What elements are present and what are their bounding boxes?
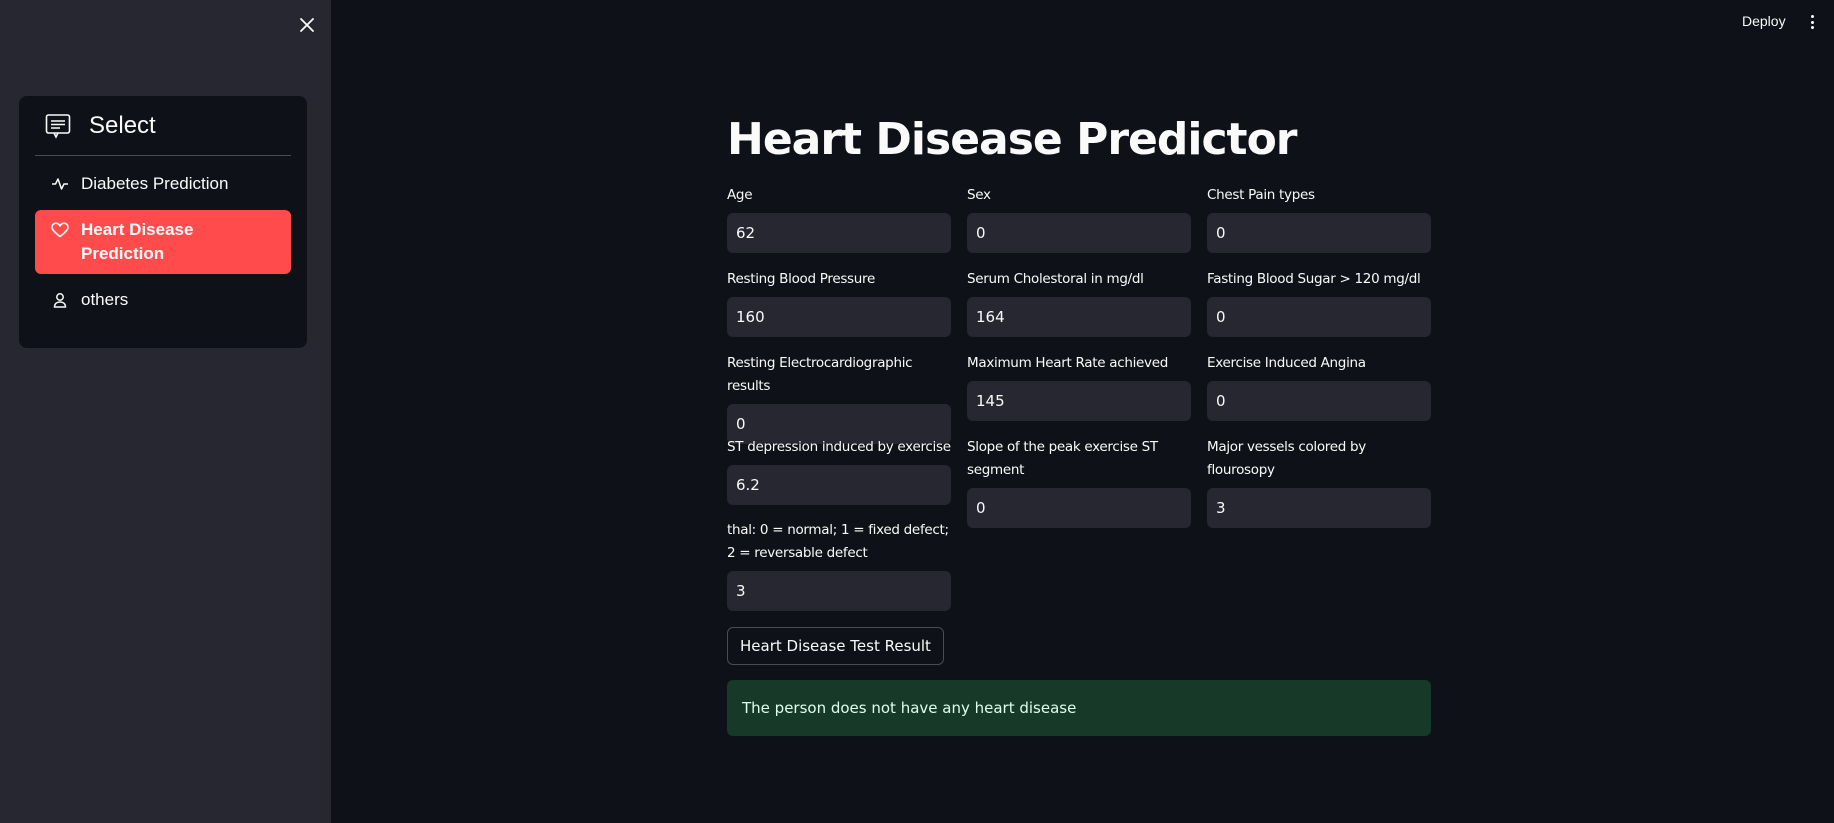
resting-ecg-field: Resting Electrocardiographic results: [727, 352, 951, 444]
activity-icon: [51, 175, 69, 193]
field-label: Sex: [967, 187, 991, 203]
menu-item-label: others: [81, 290, 129, 309]
field-label: Age: [727, 187, 753, 203]
menu-header: Select: [35, 96, 291, 156]
option-menu: Select Diabetes Prediction Heart Disease…: [19, 96, 307, 348]
st-depression-field: ST depression induced by exercise: [727, 436, 951, 505]
menu-list-icon: [45, 112, 73, 140]
st-slope-input[interactable]: [967, 488, 1191, 528]
field-label: Resting Blood Pressure: [727, 271, 876, 287]
age-field: Age: [727, 184, 951, 253]
page-title: Heart Disease Predictor: [727, 114, 1297, 165]
max-heart-rate-field: Maximum Heart Rate achieved: [967, 352, 1191, 421]
menu-title: Select: [89, 111, 156, 139]
cholesterol-input[interactable]: [967, 297, 1191, 337]
resting-bp-field: Resting Blood Pressure: [727, 268, 951, 337]
sidebar: Select Diabetes Prediction Heart Disease…: [0, 0, 331, 823]
field-label: thal: 0 = normal; 1 = fixed defect; 2 = …: [727, 522, 949, 561]
heart-disease-test-result-button[interactable]: Heart Disease Test Result: [727, 627, 944, 665]
field-label: Chest Pain types: [1207, 187, 1315, 203]
chest-pain-field: Chest Pain types: [1207, 184, 1431, 253]
major-vessels-field: Major vessels colored by flourosopy: [1207, 436, 1431, 528]
st-slope-field: Slope of the peak exercise ST segment: [967, 436, 1191, 528]
fasting-blood-sugar-field: Fasting Blood Sugar > 120 mg/dl: [1207, 268, 1431, 337]
deploy-button[interactable]: Deploy: [1742, 13, 1786, 29]
heart-icon: [51, 221, 69, 239]
field-label: Fasting Blood Sugar > 120 mg/dl: [1207, 271, 1421, 287]
field-label: Exercise Induced Angina: [1207, 355, 1366, 371]
field-label: Maximum Heart Rate achieved: [967, 355, 1168, 371]
close-icon: [300, 18, 314, 32]
kebab-dot: [1810, 20, 1814, 24]
success-alert: The person does not have any heart disea…: [727, 680, 1431, 736]
result-text: The person does not have any heart disea…: [742, 699, 1077, 717]
max-heart-rate-input[interactable]: [967, 381, 1191, 421]
fasting-blood-sugar-input[interactable]: [1207, 297, 1431, 337]
menu-item-heart-disease-prediction[interactable]: Heart Disease Prediction: [35, 210, 291, 274]
field-label: Major vessels colored by flourosopy: [1207, 439, 1366, 478]
resting-bp-input[interactable]: [727, 297, 951, 337]
sex-field: Sex: [967, 184, 1191, 253]
main-menu-button[interactable]: [1806, 12, 1818, 32]
exercise-angina-field: Exercise Induced Angina: [1207, 352, 1431, 421]
kebab-dot: [1810, 26, 1814, 29]
st-depression-input[interactable]: [727, 465, 951, 505]
thal-input[interactable]: [727, 571, 951, 611]
thal-field: thal: 0 = normal; 1 = fixed defect; 2 = …: [727, 519, 951, 611]
age-input[interactable]: [727, 213, 951, 253]
menu-item-diabetes-prediction[interactable]: Diabetes Prediction: [35, 164, 291, 204]
menu-item-label: Diabetes Prediction: [81, 174, 229, 193]
major-vessels-input[interactable]: [1207, 488, 1431, 528]
field-label: Resting Electrocardiographic results: [727, 355, 913, 394]
kebab-dot: [1810, 15, 1814, 18]
cholesterol-field: Serum Cholestoral in mg/dl: [967, 268, 1191, 337]
exercise-angina-input[interactable]: [1207, 381, 1431, 421]
field-label: Slope of the peak exercise ST segment: [967, 439, 1158, 478]
chest-pain-input[interactable]: [1207, 213, 1431, 253]
field-label: ST depression induced by exercise: [727, 439, 951, 455]
sex-input[interactable]: [967, 213, 1191, 253]
menu-item-label: Heart Disease Prediction: [81, 220, 194, 263]
close-sidebar-button[interactable]: [296, 14, 318, 36]
menu-item-others[interactable]: others: [35, 280, 291, 320]
person-icon: [51, 291, 69, 309]
field-label: Serum Cholestoral in mg/dl: [967, 271, 1144, 287]
